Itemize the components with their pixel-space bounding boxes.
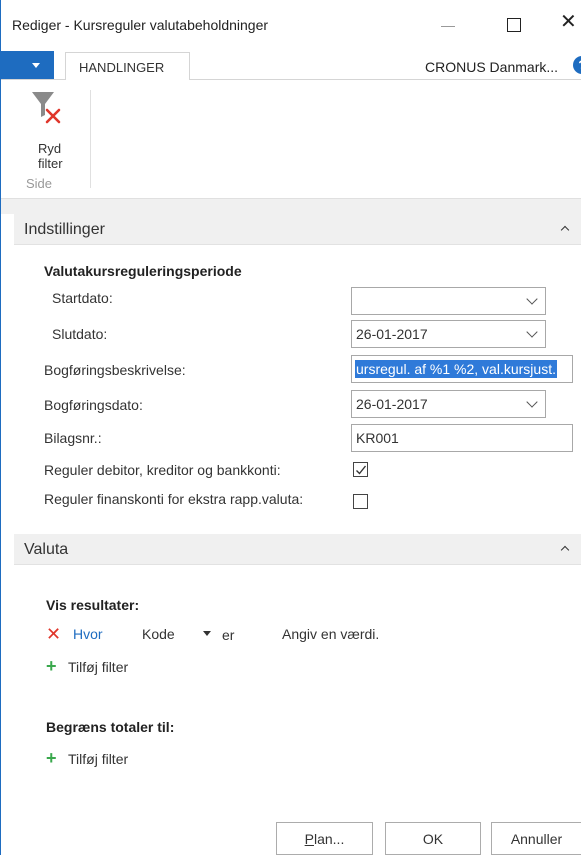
- posting-date-field[interactable]: 26-01-2017: [351, 390, 546, 418]
- end-date-value: 26-01-2017: [356, 326, 428, 342]
- chevron-down-icon[interactable]: [528, 296, 536, 304]
- maximize-button[interactable]: [503, 14, 523, 34]
- ribbon-divider: [90, 90, 91, 188]
- settings-section-title: Indstillinger: [24, 221, 105, 238]
- chevron-down-icon[interactable]: [528, 329, 536, 337]
- ribbon-group-label: Side: [26, 176, 53, 191]
- posting-date-value: 26-01-2017: [356, 396, 428, 412]
- plan-button-accesskey: P: [304, 831, 314, 847]
- posting-description-label: Bogføringsbeskrivelse:: [44, 362, 186, 378]
- help-icon[interactable]: ?: [573, 56, 581, 74]
- document-no-label: Bilagsnr.:: [44, 430, 102, 446]
- ok-button[interactable]: OK: [385, 822, 481, 855]
- currency-section-title: Valuta: [24, 541, 69, 558]
- cancel-button[interactable]: Annuller: [491, 822, 581, 855]
- clear-filter-label: Ryd filter: [38, 141, 78, 171]
- caret-down-icon[interactable]: [203, 631, 211, 636]
- filter-value-input[interactable]: Angiv en værdi.: [282, 626, 379, 642]
- adjust-gl-accounts-label: Reguler finanskonti for ekstra rapp.valu…: [44, 491, 304, 507]
- adjust-cust-vend-bank-label: Reguler debitor, kreditor og bankkonti:: [44, 462, 281, 478]
- clear-filter-label-line2: filter: [38, 156, 63, 171]
- app-menu-button[interactable]: [1, 51, 54, 79]
- close-button[interactable]: ✕: [560, 12, 580, 32]
- currency-section-header[interactable]: Valuta: [14, 534, 581, 565]
- plan-button[interactable]: Plan...: [276, 822, 373, 855]
- minimize-button[interactable]: [439, 17, 459, 37]
- settings-section-header[interactable]: Indstillinger: [14, 214, 581, 245]
- title-bar: Rediger - Kursreguler valutabeholdninger…: [1, 0, 581, 50]
- posting-description-value: ursregul. af %1 %2, val.kursjust.: [355, 360, 557, 378]
- start-date-field[interactable]: [351, 287, 546, 315]
- filter-where-label: Hvor: [73, 626, 103, 642]
- ribbon-tab-bar: HANDLINGER CRONUS Danmark... ?: [1, 50, 581, 81]
- chevron-up-icon[interactable]: [560, 223, 572, 235]
- clear-filter-icon: [32, 92, 61, 124]
- clear-filter-label-line1: Ryd: [38, 141, 62, 156]
- posting-date-label: Bogføringsdato:: [44, 397, 143, 413]
- company-name[interactable]: CRONUS Danmark...: [425, 59, 558, 75]
- checkmark-icon: [356, 465, 367, 475]
- adjust-gl-accounts-checkbox[interactable]: [353, 494, 368, 509]
- add-icon[interactable]: +: [46, 657, 57, 675]
- start-date-label: Startdato:: [52, 290, 113, 306]
- clear-filter-button[interactable]: Ryd filter: [23, 86, 69, 171]
- window-title: Rediger - Kursreguler valutabeholdninger: [12, 17, 269, 33]
- limit-totals-title: Begræns totaler til:: [46, 719, 175, 735]
- posting-description-field[interactable]: ursregul. af %1 %2, val.kursjust.: [351, 355, 573, 383]
- document-no-value: KR001: [356, 430, 399, 446]
- chevron-down-icon[interactable]: [528, 399, 536, 407]
- plan-button-label: lan...: [313, 831, 345, 847]
- add-icon[interactable]: +: [46, 749, 57, 767]
- ribbon-gap: [1, 198, 581, 214]
- remove-filter-icon[interactable]: ✕: [46, 625, 61, 643]
- adjust-cust-vend-bank-checkbox[interactable]: [353, 462, 368, 477]
- document-no-field[interactable]: KR001: [351, 424, 573, 452]
- dialog-window: Rediger - Kursreguler valutabeholdninger…: [0, 0, 581, 855]
- end-date-label: Slutdato:: [52, 326, 108, 342]
- tab-handlinger[interactable]: HANDLINGER: [65, 52, 190, 81]
- filter-where-text: Hvor: [73, 626, 103, 642]
- filter-field-value: Kode: [142, 626, 175, 642]
- ribbon: Ryd filter Side: [1, 80, 581, 198]
- show-results-title: Vis resultater:: [46, 597, 140, 613]
- end-date-field[interactable]: 26-01-2017: [351, 320, 546, 348]
- chevron-up-icon[interactable]: [560, 543, 572, 555]
- add-filter-link-2[interactable]: Tilføj filter: [68, 751, 128, 767]
- period-group-title: Valutakursreguleringsperiode: [44, 263, 242, 279]
- filter-field-select[interactable]: Kode: [142, 626, 175, 642]
- add-filter-link-1[interactable]: Tilføj filter: [68, 659, 128, 675]
- filter-operator: er: [222, 627, 235, 643]
